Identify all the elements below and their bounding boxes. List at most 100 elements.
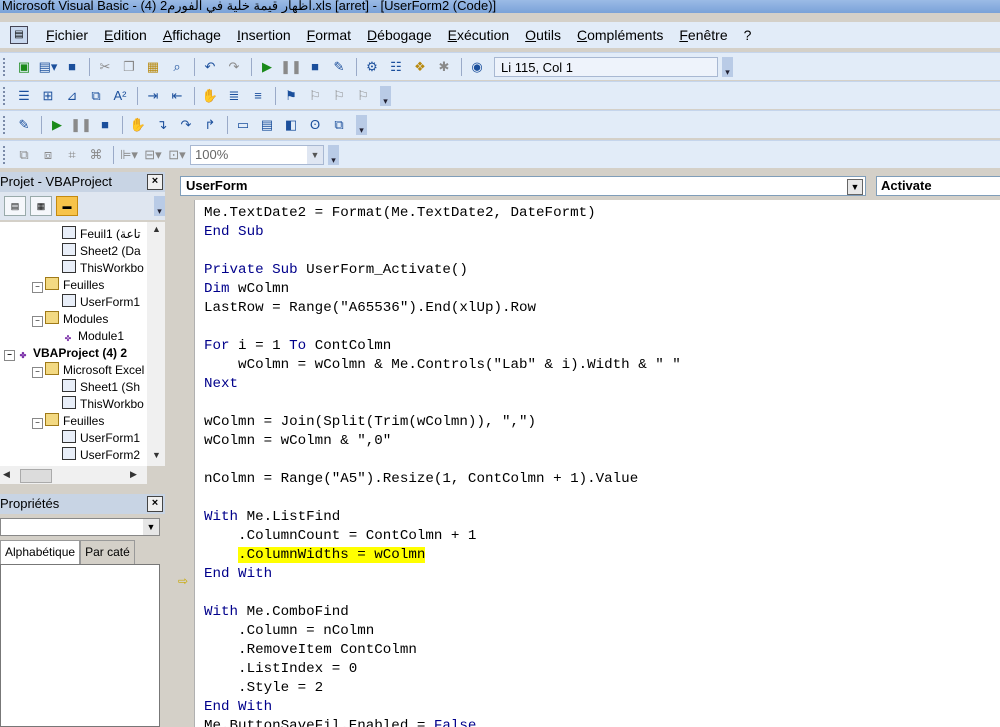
tree-item-userform1[interactable]: UserForm1 xyxy=(62,294,140,311)
close-icon[interactable]: × xyxy=(147,174,163,190)
menu-insertion[interactable]: Insertion xyxy=(229,27,299,43)
collapse-icon[interactable]: − xyxy=(32,282,43,293)
code-line[interactable]: nColmn = Range("A5").Resize(1, ContColmn… xyxy=(204,470,638,489)
menu-help[interactable]: ? xyxy=(736,27,760,43)
procedure-select[interactable]: Activate xyxy=(876,176,1000,196)
reset-icon[interactable]: ■ xyxy=(94,114,116,136)
code-line[interactable]: .Style = 2 xyxy=(204,679,323,698)
step-over-icon[interactable]: ↷ xyxy=(175,114,197,136)
send-to-back-icon[interactable]: ⧈ xyxy=(37,144,59,166)
paste-icon[interactable]: ▦ xyxy=(142,56,164,78)
collapse-icon[interactable]: − xyxy=(32,316,43,327)
menu-format[interactable]: Format xyxy=(299,27,359,43)
save-icon[interactable]: ■ xyxy=(61,56,83,78)
quick-watch-icon[interactable]: ʘ xyxy=(304,114,326,136)
menu-complements[interactable]: Compléments xyxy=(569,27,671,43)
redo-icon[interactable]: ↷ xyxy=(223,56,245,78)
run-icon[interactable]: ▶ xyxy=(46,114,68,136)
quick-info-icon[interactable]: ⊿ xyxy=(61,85,83,107)
immediate-window-icon[interactable]: ▤ xyxy=(256,114,278,136)
menu-affichage[interactable]: Affichage xyxy=(155,27,229,43)
pause-icon[interactable]: ❚❚ xyxy=(280,56,302,78)
project-explorer-icon[interactable]: ⚙ xyxy=(361,56,383,78)
uncomment-block-icon[interactable]: ≡ xyxy=(247,85,269,107)
run-icon[interactable]: ▶ xyxy=(256,56,278,78)
toolbar-options-icon[interactable]: ▾ xyxy=(154,196,165,216)
code-line[interactable]: Me.ButtonSaveFil.Enabled = False xyxy=(204,717,476,727)
find-icon[interactable]: ⌕ xyxy=(166,56,188,78)
parameter-info-icon[interactable]: ⧉ xyxy=(85,85,107,107)
bring-to-front-icon[interactable]: ⧉ xyxy=(13,144,35,166)
tree-item-sheet2[interactable]: Sheet2 (Da xyxy=(62,243,141,260)
cut-icon[interactable]: ✂ xyxy=(94,56,116,78)
excel-view-icon[interactable]: ▣ xyxy=(13,56,35,78)
tree-item-sheet1[interactable]: Sheet1 (Sh xyxy=(62,379,140,396)
code-margin[interactable]: ⇨ xyxy=(172,200,195,727)
comment-block-icon[interactable]: ≣ xyxy=(223,85,245,107)
toggle-breakpoint-icon[interactable]: ✋ xyxy=(199,85,221,107)
tree-item-module1[interactable]: ✤ Module1 xyxy=(62,328,124,345)
toolbar-options-icon[interactable]: ▾ xyxy=(328,144,339,165)
group-icon[interactable]: ⌗ xyxy=(61,144,83,166)
toolbox-icon[interactable]: ✱ xyxy=(433,56,455,78)
undo-icon[interactable]: ↶ xyxy=(199,56,221,78)
code-line[interactable]: End With xyxy=(204,565,272,584)
previous-bookmark-icon[interactable]: ⚐ xyxy=(328,85,350,107)
chevron-down-icon[interactable]: ▼ xyxy=(143,519,159,535)
tree-item-userform2[interactable]: UserForm2 xyxy=(62,447,140,464)
code-editor[interactable]: Me.TextDate2 = Format(Me.TextDate2, Date… xyxy=(195,200,1000,727)
center-icon[interactable]: ⊟▾ xyxy=(142,144,164,166)
next-bookmark-icon[interactable]: ⚐ xyxy=(304,85,326,107)
chevron-down-icon[interactable]: ▼ xyxy=(847,179,863,195)
code-line[interactable]: With Me.ComboFind xyxy=(204,603,349,622)
code-line[interactable]: Next xyxy=(204,375,238,394)
view-object-icon[interactable]: ▦ xyxy=(30,196,52,216)
code-line[interactable]: .ColumnWidths = wColmn xyxy=(204,546,426,565)
make-same-size-icon[interactable]: ⊡▾ xyxy=(166,144,188,166)
toolbar-grip[interactable] xyxy=(3,57,9,76)
toolbar-grip[interactable] xyxy=(3,86,9,105)
list-constants-icon[interactable]: ⊞ xyxy=(37,85,59,107)
list-properties-icon[interactable]: ☰ xyxy=(13,85,35,107)
scroll-down-icon[interactable]: ▼ xyxy=(152,450,161,460)
menu-outils[interactable]: Outils xyxy=(517,27,569,43)
locals-window-icon[interactable]: ▭ xyxy=(232,114,254,136)
outdent-icon[interactable]: ⇤ xyxy=(166,85,188,107)
scroll-up-icon[interactable]: ▲ xyxy=(152,224,161,234)
tree-item-userform1[interactable]: UserForm1 xyxy=(62,430,140,447)
insert-userform-icon[interactable]: ▤▾ xyxy=(37,56,59,78)
toggle-folders-icon[interactable]: ▬ xyxy=(56,196,78,216)
code-line[interactable]: Dim wColmn xyxy=(204,280,289,299)
clear-bookmarks-icon[interactable]: ⚐ xyxy=(352,85,374,107)
collapse-icon[interactable]: − xyxy=(4,350,15,361)
code-line[interactable]: With Me.ListFind xyxy=(204,508,340,527)
complete-word-icon[interactable]: A² xyxy=(109,85,131,107)
toolbar-options-icon[interactable]: ▾ xyxy=(380,85,391,106)
tree-item-thisworkbook[interactable]: ThisWorkbo xyxy=(62,396,144,413)
design-mode-icon[interactable]: ✎ xyxy=(13,114,35,136)
close-icon[interactable]: × xyxy=(147,496,163,512)
tree-project-vbaproject[interactable]: − ✤ VBAProject (4) 2 xyxy=(4,345,127,362)
code-line[interactable]: .ListIndex = 0 xyxy=(204,660,357,679)
code-window-icon[interactable]: ▤ xyxy=(10,26,28,44)
code-line[interactable]: wColmn = Join(Split(Trim(wColmn)), ",") xyxy=(204,413,536,432)
tree-item-thisworkbook[interactable]: ThisWorkbo xyxy=(62,260,144,277)
code-line[interactable]: .Column = nColmn xyxy=(204,622,374,641)
tree-folder-feuilles[interactable]: − Feuilles xyxy=(32,277,104,294)
help-icon[interactable]: ◉ xyxy=(466,56,488,78)
toolbar-grip[interactable] xyxy=(3,145,9,164)
code-line[interactable]: End With xyxy=(204,698,272,717)
step-out-icon[interactable]: ↱ xyxy=(199,114,221,136)
collapse-icon[interactable]: − xyxy=(32,367,43,378)
tree-folder-modules[interactable]: − Modules xyxy=(32,311,108,328)
toolbar-grip[interactable] xyxy=(3,115,9,134)
project-horizontal-scrollbar[interactable]: ◀ ▶ xyxy=(0,466,147,484)
menu-debogage[interactable]: Débogage xyxy=(359,27,440,43)
toggle-bookmark-icon[interactable]: ⚑ xyxy=(280,85,302,107)
code-line[interactable]: For i = 1 To ContColmn xyxy=(204,337,391,356)
align-icon[interactable]: ⊫▾ xyxy=(118,144,140,166)
code-line[interactable]: Private Sub UserForm_Activate() xyxy=(204,261,468,280)
pause-icon[interactable]: ❚❚ xyxy=(70,114,92,136)
properties-grid[interactable] xyxy=(0,564,160,727)
tab-alphabetique[interactable]: Alphabétique xyxy=(0,540,81,564)
